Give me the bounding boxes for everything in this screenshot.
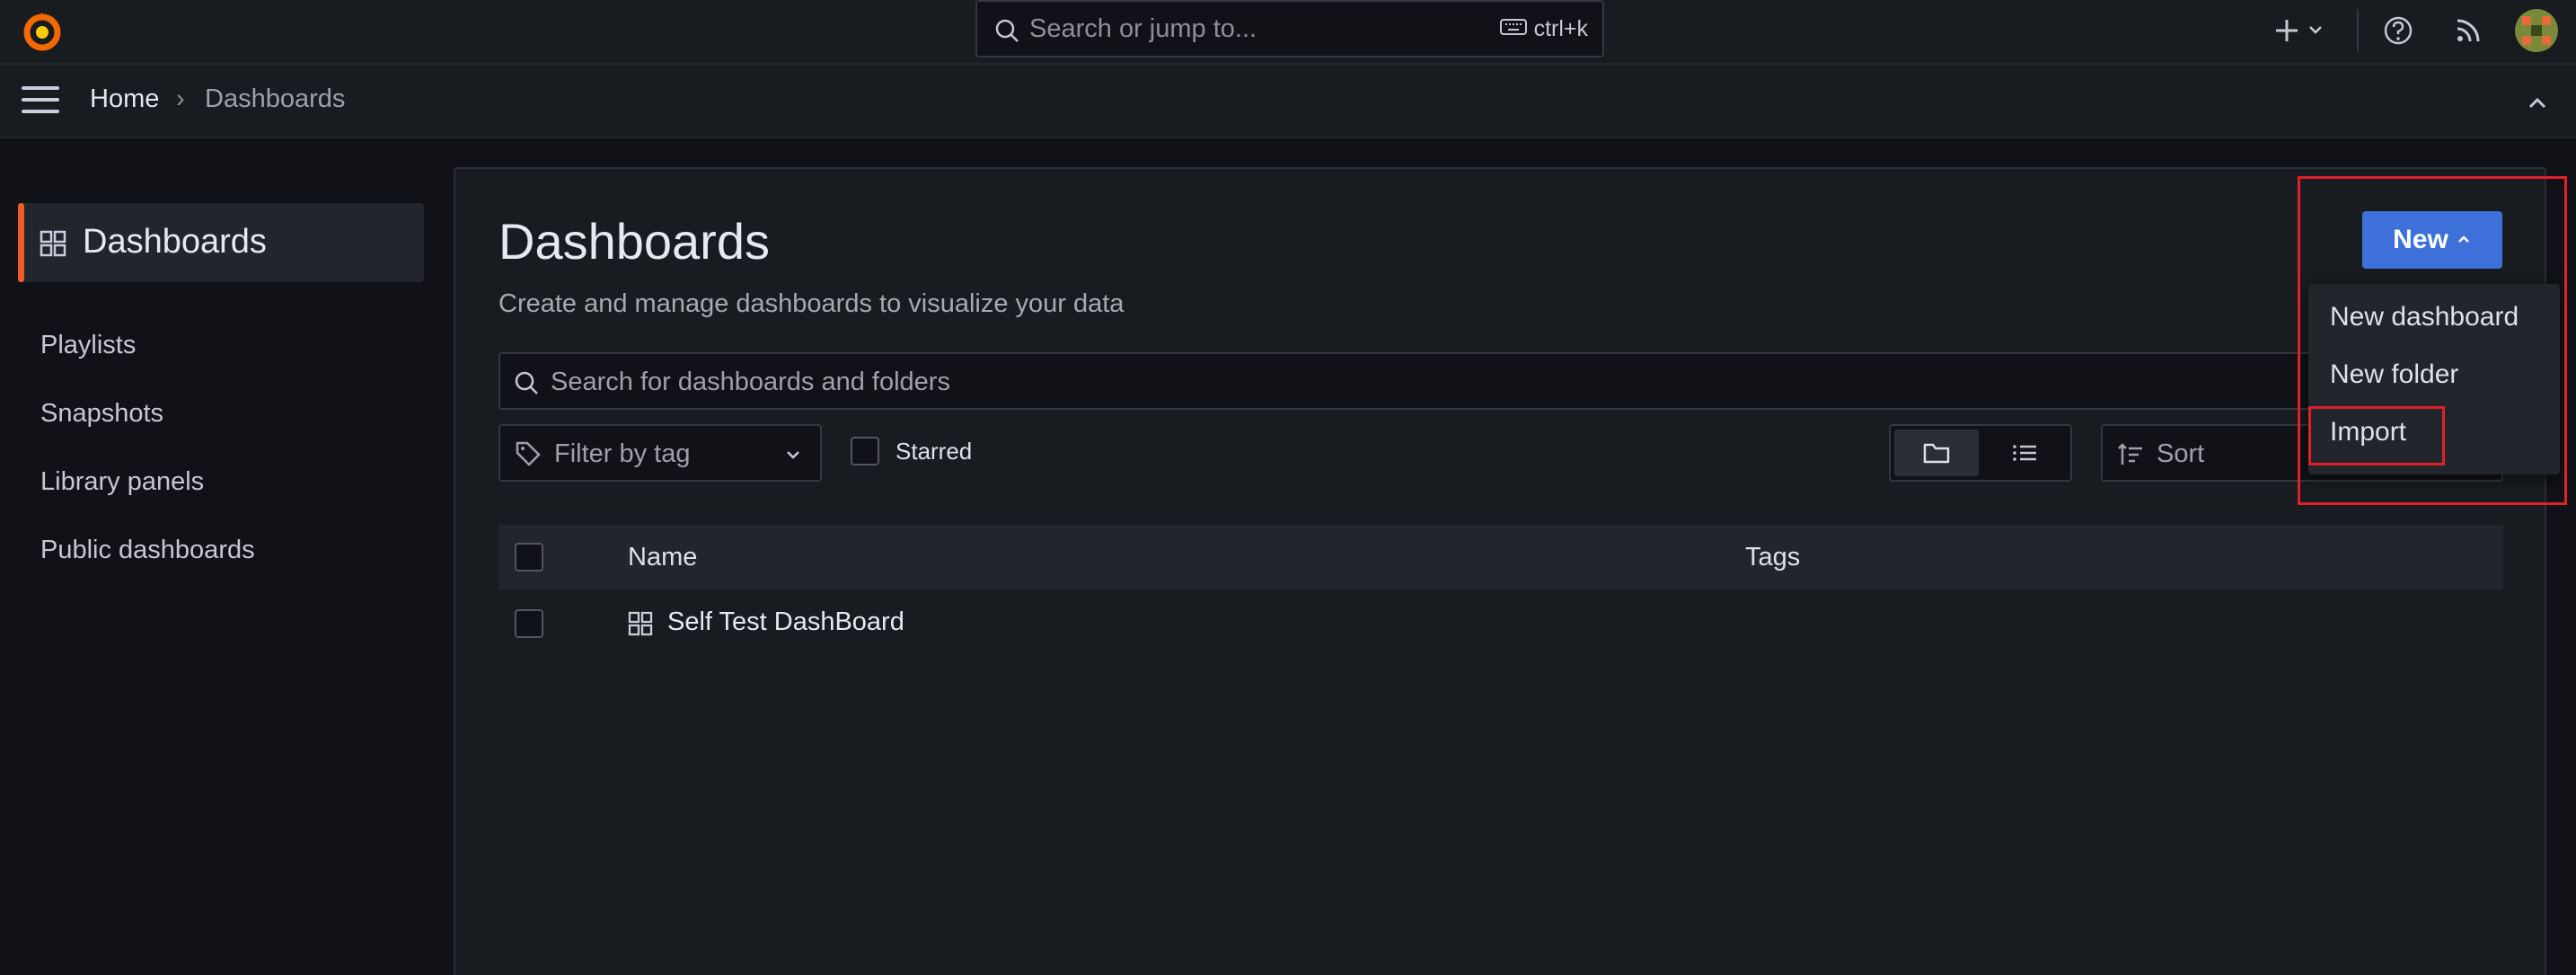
sidebar-item-public-dashboards[interactable]: Public dashboards	[40, 536, 255, 565]
sort-placeholder: Sort	[2157, 439, 2205, 468]
dashboard-grid-icon	[628, 611, 653, 636]
sidebar-item-snapshots[interactable]: Snapshots	[40, 399, 163, 429]
sidebar-item-dashboards[interactable]: Dashboards	[18, 203, 424, 282]
select-all-checkbox[interactable]	[515, 543, 543, 572]
main-panel: Dashboards Create and manage dashboards …	[454, 167, 2546, 975]
dashboard-name-link[interactable]: Self Test DashBoard	[667, 607, 904, 637]
view-toggle	[1889, 424, 2072, 482]
page-title: Dashboards	[498, 213, 770, 270]
news-feed-icon[interactable]	[2450, 13, 2486, 49]
keyboard-icon	[1499, 16, 1527, 42]
chevron-down-icon	[782, 444, 804, 465]
search-icon	[513, 369, 540, 396]
sidebar-item-playlists[interactable]: Playlists	[40, 331, 136, 360]
sidebar-item-label: Dashboards	[83, 223, 267, 261]
tag-icon	[515, 440, 542, 467]
breadcrumb-home[interactable]: Home	[90, 84, 159, 114]
add-new-icon[interactable]	[2272, 13, 2330, 49]
shortcut-text: ctrl+k	[1533, 16, 1588, 41]
global-search-placeholder: Search or jump to...	[1029, 14, 1257, 43]
column-header-name[interactable]: Name	[628, 543, 697, 572]
breadcrumb-bar: Home › Dashboards	[0, 65, 2576, 138]
help-icon[interactable]	[2380, 13, 2416, 49]
tag-filter-select[interactable]: Filter by tag	[498, 424, 822, 482]
folder-view-icon[interactable]	[1894, 430, 1979, 476]
shortcut-hint: ctrl+k	[1499, 16, 1588, 42]
grafana-logo-icon[interactable]	[20, 10, 65, 55]
sidebar: Dashboards Playlists Snapshots Library p…	[0, 140, 449, 975]
tag-filter-placeholder: Filter by tag	[554, 439, 691, 468]
search-icon	[993, 17, 1020, 44]
topbar-divider	[2357, 9, 2359, 52]
row-checkbox[interactable]	[515, 609, 543, 638]
dashboard-search-input[interactable]: Search for dashboards and folders	[498, 352, 2503, 410]
page-subtitle: Create and manage dashboards to visualiz…	[498, 289, 1125, 318]
starred-filter[interactable]: Starred	[851, 437, 972, 465]
starred-label: Starred	[895, 437, 973, 465]
active-indicator	[18, 203, 24, 282]
menu-toggle-icon[interactable]	[22, 86, 59, 117]
top-bar: Search or jump to... ctrl+k	[0, 0, 2576, 65]
user-avatar[interactable]	[2515, 9, 2558, 52]
breadcrumb-current: Dashboards	[205, 84, 346, 113]
dashboard-search-placeholder: Search for dashboards and folders	[551, 368, 950, 396]
table-row[interactable]: Self Test DashBoard	[498, 593, 2503, 656]
dashboard-grid-icon	[40, 230, 66, 257]
sort-icon	[2117, 441, 2144, 468]
global-search-input[interactable]: Search or jump to... ctrl+k	[975, 0, 1604, 58]
chevron-up-icon[interactable]	[2524, 90, 2551, 117]
list-view-icon[interactable]	[1982, 430, 2067, 476]
breadcrumb-separator: ›	[176, 84, 185, 113]
starred-checkbox[interactable]	[851, 437, 879, 465]
table-header: Name Tags	[498, 525, 2503, 589]
annotation-box	[2308, 406, 2445, 465]
sidebar-item-library-panels[interactable]: Library panels	[40, 467, 204, 497]
column-header-tags: Tags	[1745, 543, 1801, 572]
